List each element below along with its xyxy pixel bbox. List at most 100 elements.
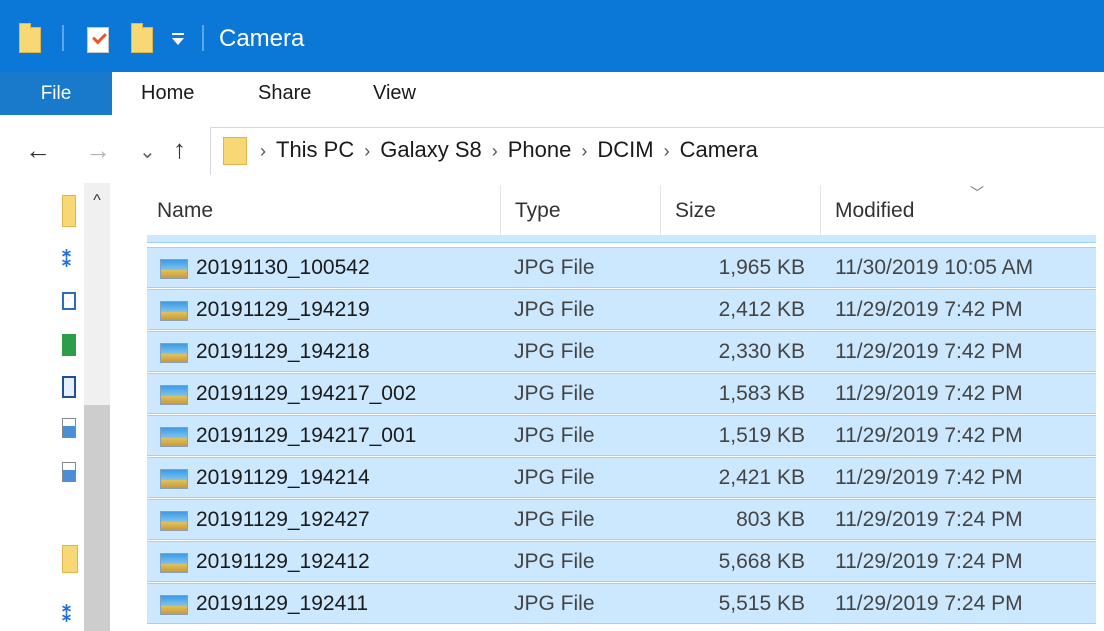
breadcrumb-camera[interactable]: Camera — [680, 137, 758, 162]
onedrive-icon[interactable] — [62, 292, 76, 310]
dropbox-icon[interactable]: ⁑ — [62, 250, 78, 270]
file-size: 5,668 KB — [718, 550, 805, 573]
file-type: JPG File — [514, 298, 595, 321]
file-name: 20191129_192411 — [196, 592, 369, 615]
breadcrumb-dcim[interactable]: DCIM — [597, 137, 653, 162]
table-row[interactable]: 20191129_194217_002 JPG File 1,583 KB 11… — [147, 373, 1096, 414]
breadcrumb-phone[interactable]: Phone — [508, 137, 572, 162]
file-name: 20191130_100542 — [196, 256, 370, 279]
tab-share[interactable]: Share — [258, 72, 311, 115]
file-type: JPG File — [514, 466, 595, 489]
table-row[interactable]: 20191129_194214 JPG File 2,421 KB 11/29/… — [147, 457, 1096, 498]
file-modified: 11/29/2019 7:42 PM — [835, 340, 1023, 363]
tab-file[interactable]: File — [0, 72, 112, 115]
file-type: JPG File — [514, 424, 595, 447]
image-file-icon[interactable] — [62, 418, 76, 438]
network-icon[interactable]: ⁑ — [62, 605, 78, 625]
file-size: 803 KB — [736, 508, 805, 531]
sort-chevron-icon: ﹀ — [970, 185, 984, 201]
file-name: 20191129_194214 — [196, 466, 370, 489]
column-divider[interactable] — [500, 185, 501, 237]
file-size: 2,330 KB — [718, 340, 805, 363]
image-icon — [160, 385, 188, 405]
file-name: 20191129_194219 — [196, 298, 370, 321]
file-modified: 11/29/2019 7:42 PM — [835, 424, 1023, 447]
table-row[interactable]: 20191129_194218 JPG File 2,330 KB 11/29/… — [147, 331, 1096, 372]
table-row[interactable] — [147, 235, 1096, 243]
image-icon — [160, 469, 188, 489]
column-header-modified[interactable]: Modified — [835, 185, 914, 237]
image-icon — [160, 427, 188, 447]
table-row[interactable]: 20191129_194219 JPG File 2,412 KB 11/29/… — [147, 289, 1096, 330]
column-header-type[interactable]: Type — [515, 185, 561, 237]
file-modified: 11/30/2019 10:05 AM — [835, 256, 1034, 279]
file-size: 1,965 KB — [718, 256, 805, 279]
scroll-up-icon[interactable]: ^ — [84, 190, 110, 212]
new-folder-icon[interactable] — [131, 23, 153, 53]
file-modified: 11/29/2019 7:24 PM — [835, 592, 1023, 615]
file-size: 1,519 KB — [718, 424, 805, 447]
file-size: 5,515 KB — [718, 592, 805, 615]
file-name: 20191129_194218 — [196, 340, 370, 363]
forward-button[interactable]: → — [85, 135, 111, 165]
table-row[interactable]: 20191129_192412 JPG File 5,668 KB 11/29/… — [147, 541, 1096, 582]
file-list: 20191130_100542 JPG File 1,965 KB 11/30/… — [147, 235, 1104, 631]
creative-cloud-folder-icon[interactable] — [62, 545, 78, 573]
file-type: JPG File — [514, 508, 595, 531]
toolbar-separator — [62, 25, 64, 51]
nav-scroll-thumb[interactable] — [84, 405, 110, 631]
file-modified: 11/29/2019 7:42 PM — [835, 298, 1023, 321]
back-button[interactable]: ← — [25, 135, 51, 165]
spreadsheet-icon[interactable] — [62, 334, 76, 356]
toolbar-separator — [202, 25, 204, 51]
table-row[interactable]: 20191130_100542 JPG File 1,965 KB 11/30/… — [147, 247, 1096, 288]
tab-view[interactable]: View — [373, 72, 416, 115]
file-type: JPG File — [514, 382, 595, 405]
file-type: JPG File — [514, 550, 595, 573]
file-size: 1,583 KB — [718, 382, 805, 405]
customize-dropdown-icon[interactable] — [171, 30, 185, 48]
breadcrumb-this-pc[interactable]: This PC — [276, 137, 354, 162]
file-name: 20191129_194217_002 — [196, 382, 417, 405]
table-row[interactable]: 20191129_194217_001 JPG File 1,519 KB 11… — [147, 415, 1096, 456]
quick-access-folder-icon[interactable] — [62, 195, 76, 227]
table-row[interactable]: 20191129_192427 JPG File 803 KB 11/29/20… — [147, 499, 1096, 540]
breadcrumb-separator: › — [491, 141, 498, 161]
image-file-icon[interactable] — [62, 462, 76, 482]
file-name: 20191129_192412 — [196, 550, 370, 573]
window-title: Camera — [219, 25, 305, 52]
image-icon — [160, 343, 188, 363]
breadcrumb-galaxy-s8[interactable]: Galaxy S8 — [380, 137, 482, 162]
tab-home[interactable]: Home — [141, 72, 194, 115]
image-icon — [160, 511, 188, 531]
image-icon — [160, 595, 188, 615]
up-button[interactable]: ↑ — [173, 134, 186, 164]
properties-icon[interactable] — [87, 27, 109, 53]
breadcrumb-separator: › — [260, 141, 266, 161]
file-name: 20191129_192427 — [196, 508, 370, 531]
folder-icon[interactable] — [19, 23, 41, 53]
file-size: 2,421 KB — [718, 466, 805, 489]
column-header-size[interactable]: Size — [675, 185, 716, 237]
breadcrumb-separator: › — [364, 141, 371, 161]
file-modified: 11/29/2019 7:24 PM — [835, 550, 1023, 573]
document-icon[interactable] — [62, 376, 76, 398]
file-type: JPG File — [514, 592, 595, 615]
column-divider[interactable] — [660, 185, 661, 237]
breadcrumb-separator: › — [663, 141, 670, 161]
image-icon — [160, 259, 188, 279]
file-modified: 11/29/2019 7:42 PM — [835, 382, 1023, 405]
title-bar: Camera — [0, 0, 1104, 78]
address-folder-icon — [223, 137, 247, 165]
table-row[interactable]: 20191129_192411 JPG File 5,515 KB 11/29/… — [147, 583, 1096, 624]
breadcrumb: › This PC › Galaxy S8 › Phone › DCIM › Camera — [260, 135, 758, 165]
column-header-name[interactable]: Name — [157, 185, 213, 237]
file-type: JPG File — [514, 340, 595, 363]
file-size: 2,412 KB — [718, 298, 805, 321]
image-icon — [160, 301, 188, 321]
breadcrumb-separator: › — [581, 141, 588, 161]
column-divider[interactable] — [820, 185, 821, 237]
image-icon — [160, 553, 188, 573]
file-modified: 11/29/2019 7:24 PM — [835, 508, 1023, 531]
recent-locations-button[interactable]: ⌄ — [139, 137, 156, 167]
